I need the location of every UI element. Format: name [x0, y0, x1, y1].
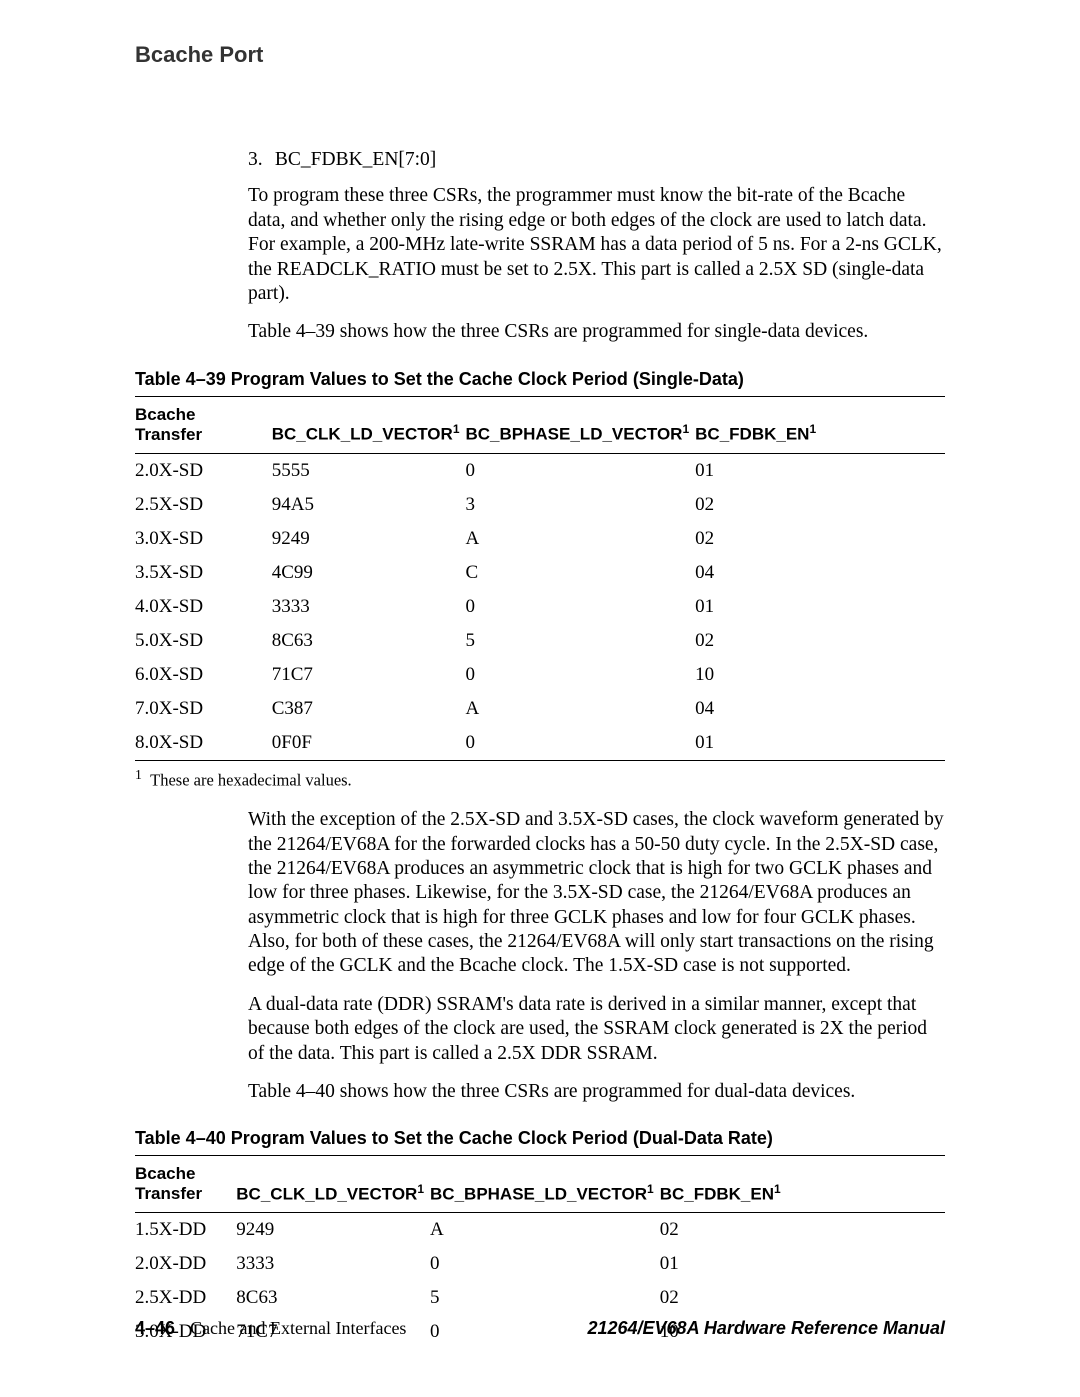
table-cell: 94A5 [272, 488, 466, 522]
table-row: 8.0X-SD0F0F001 [135, 726, 945, 761]
body-paragraph: Table 4–39 shows how the three CSRs are … [248, 320, 945, 344]
table-cell: 2.5X-SD [135, 488, 272, 522]
table-cell: 6.0X-SD [135, 658, 272, 692]
table-row: 1.5X-DD9249A02 [135, 1213, 945, 1248]
table-cell: 5 [466, 624, 696, 658]
table-cell: 71C7 [272, 658, 466, 692]
table-cell: 9249 [272, 522, 466, 556]
table-cell: 3333 [272, 590, 466, 624]
numbered-list-item: 3. BC_FDBK_EN[7:0] [248, 148, 945, 172]
table-cell: 0 [466, 726, 696, 761]
table-footnote: 1 These are hexadecimal values. [157, 767, 945, 791]
table-cell: 5.0X-SD [135, 624, 272, 658]
table-cell: 5555 [272, 453, 466, 488]
table-row: 7.0X-SDC387A04 [135, 692, 945, 726]
table-cell: 4C99 [272, 556, 466, 590]
table-cell: 8.0X-SD [135, 726, 272, 761]
table-cell: 5 [430, 1281, 660, 1315]
table-cell: 4.0X-SD [135, 590, 272, 624]
list-item-number: 3. [248, 148, 270, 172]
table-cell: C387 [272, 692, 466, 726]
table-header: BC_BPHASE_LD_VECTOR1 [466, 396, 696, 453]
table-header: BcacheTransfer [135, 1156, 236, 1213]
table-caption: Table 4–40 Program Values to Set the Cac… [135, 1128, 945, 1149]
table-cell: C [466, 556, 696, 590]
table-cell: 2.5X-DD [135, 1281, 236, 1315]
table-cell: 3333 [236, 1247, 430, 1281]
table-cell: 0 [466, 658, 696, 692]
list-item-text: BC_FDBK_EN[7:0] [275, 149, 436, 170]
footer-left: 4–46 Cache and External Interfaces [135, 1318, 406, 1339]
table-row: 2.5X-SD94A5302 [135, 488, 945, 522]
table-cell: 04 [695, 692, 945, 726]
table-cell: 01 [695, 453, 945, 488]
table-cell: 3.5X-SD [135, 556, 272, 590]
table-cell: 04 [695, 556, 945, 590]
table-cell: 9249 [236, 1213, 430, 1248]
body-paragraph: Table 4–40 shows how the three CSRs are … [248, 1080, 945, 1104]
table-cell: 02 [695, 624, 945, 658]
table-header: BC_CLK_LD_VECTOR1 [236, 1156, 430, 1213]
table-cell: 02 [660, 1281, 945, 1315]
table-row: 4.0X-SD3333001 [135, 590, 945, 624]
table-header: Bcache Transfer [135, 396, 272, 453]
table-cell: 8C63 [272, 624, 466, 658]
body-paragraph: A dual-data rate (DDR) SSRAM's data rate… [248, 993, 945, 1066]
body-paragraph: To program these three CSRs, the program… [248, 184, 945, 306]
table-cell: A [466, 522, 696, 556]
table-cell: 02 [695, 488, 945, 522]
page-footer: 4–46 Cache and External Interfaces 21264… [135, 1318, 945, 1339]
table-cell: 2.0X-SD [135, 453, 272, 488]
table-cell: A [430, 1213, 660, 1248]
table-row: 2.0X-DD3333001 [135, 1247, 945, 1281]
body-paragraph: With the exception of the 2.5X-SD and 3.… [248, 808, 945, 979]
body-content: With the exception of the 2.5X-SD and 3.… [248, 808, 945, 1104]
table-cell: 01 [660, 1247, 945, 1281]
table-cell: 0F0F [272, 726, 466, 761]
table-header: BC_CLK_LD_VECTOR1 [272, 396, 466, 453]
table-row: 3.0X-SD9249A02 [135, 522, 945, 556]
table-cell: 0 [466, 453, 696, 488]
table-cell: 2.0X-DD [135, 1247, 236, 1281]
table-cell: 3.0X-SD [135, 522, 272, 556]
table-cell: 02 [695, 522, 945, 556]
table-cell: 7.0X-SD [135, 692, 272, 726]
table-cell: 02 [660, 1213, 945, 1248]
table-row: 6.0X-SD71C7010 [135, 658, 945, 692]
table-cell: 10 [695, 658, 945, 692]
table-row: 3.5X-SD4C99C04 [135, 556, 945, 590]
document-page: Bcache Port 3. BC_FDBK_EN[7:0] To progra… [0, 0, 1080, 1397]
table-header: BC_FDBK_EN1 [660, 1156, 945, 1213]
table-row: 2.0X-SD5555001 [135, 453, 945, 488]
page-number: 4–46 [135, 1318, 175, 1338]
table-cell: 3 [466, 488, 696, 522]
section-title: Bcache Port [135, 42, 945, 68]
table-header: BC_FDBK_EN1 [695, 396, 945, 453]
table-cell: 0 [430, 1247, 660, 1281]
table-cell: 01 [695, 726, 945, 761]
table-cell: 8C63 [236, 1281, 430, 1315]
body-content: 3. BC_FDBK_EN[7:0] To program these thre… [248, 148, 945, 345]
table-cell: 01 [695, 590, 945, 624]
table-caption: Table 4–39 Program Values to Set the Cac… [135, 369, 945, 390]
table-cell: 0 [466, 590, 696, 624]
table-row: 2.5X-DD8C63502 [135, 1281, 945, 1315]
chapter-title: Cache and External Interfaces [190, 1318, 406, 1338]
table-row: 5.0X-SD8C63502 [135, 624, 945, 658]
table-39: Bcache Transfer BC_CLK_LD_VECTOR1 BC_BPH… [135, 396, 945, 761]
table-header: BC_BPHASE_LD_VECTOR1 [430, 1156, 660, 1213]
table-cell: A [466, 692, 696, 726]
manual-title: 21264/EV68A Hardware Reference Manual [587, 1318, 945, 1339]
table-cell: 1.5X-DD [135, 1213, 236, 1248]
